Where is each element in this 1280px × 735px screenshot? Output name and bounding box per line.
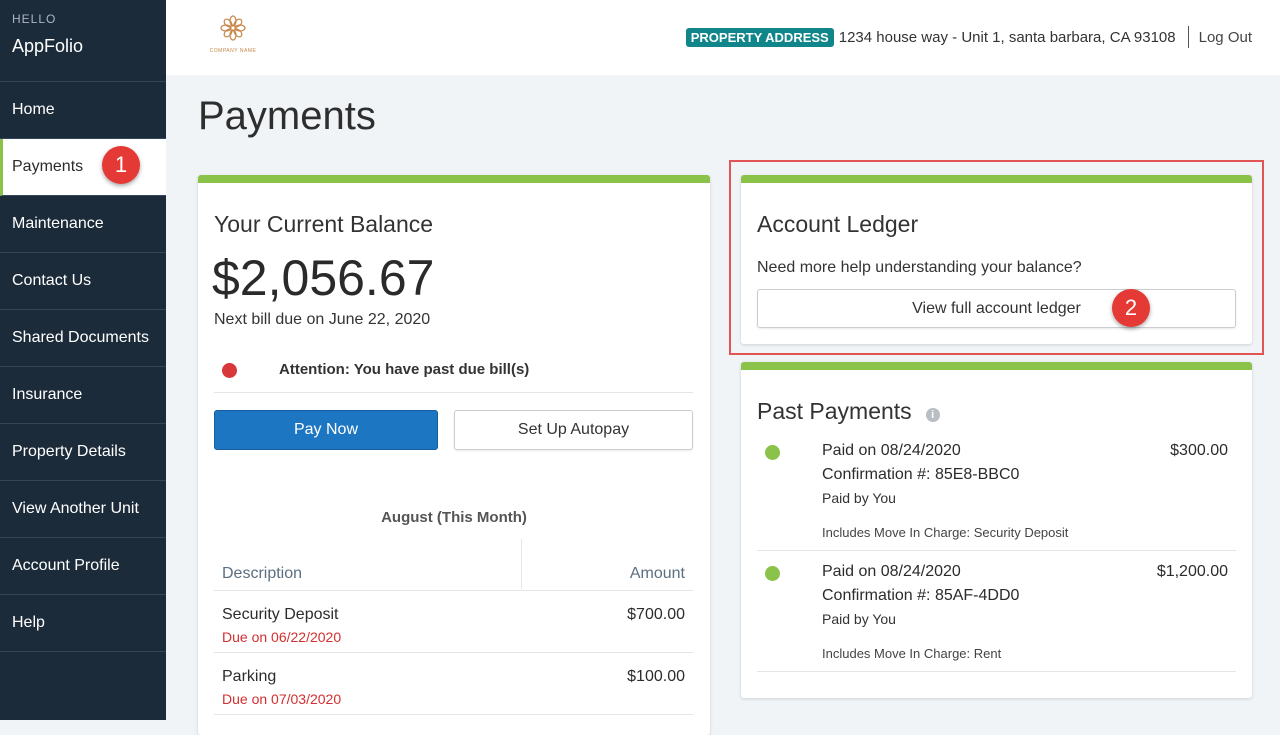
annotation-badge-2: 2 [1112,289,1150,327]
divider [757,550,1236,551]
sidebar-item-label: Payments [12,158,84,175]
alert-dot-icon [222,363,237,378]
charge-amount: $700.00 [627,606,685,623]
sidebar-item-contact-us[interactable]: Contact Us [0,253,166,310]
info-icon[interactable]: i [925,407,940,422]
divider [521,539,522,589]
sidebar-item-view-another-unit[interactable]: View Another Unit [0,481,166,538]
sidebar-item-insurance[interactable]: Insurance [0,367,166,424]
past-payments-header: Past Payments i [757,398,940,425]
sidebar-item-account-profile[interactable]: Account Profile [0,538,166,595]
charge-due-date: Due on 06/22/2020 [222,629,342,645]
sidebar-item-label: Help [12,614,45,631]
sidebar-item-label: Account Profile [12,557,120,574]
past-payments-card: Past Payments i Paid on 08/24/2020 $300.0… [741,362,1252,698]
flower-logo-icon [220,15,246,41]
pay-now-button[interactable]: Pay Now [214,410,438,450]
payment-confirmation: Confirmation #: 85AF-4DD0 [822,587,1020,604]
sidebar-item-label: View Another Unit [12,500,139,517]
page-title: Payments [198,94,376,138]
paid-status-dot-icon [765,445,780,460]
company-logo[interactable]: COMPANY NAME [206,14,260,54]
divider [757,671,1236,672]
property-address-tag: PROPERTY ADDRESS [685,27,834,47]
payment-includes: Includes Move In Charge: Rent [822,646,1002,661]
table-row: Security Deposit Due on 06/22/2020 $700.… [214,591,693,653]
top-bar: COMPANY NAME PROPERTY ADDRESS 1234 house… [166,0,1280,75]
app-name: AppFolio [12,36,84,56]
sidebar: HELLO AppFolio Home Payments Maintenance… [0,0,166,720]
highlight-outline [729,160,1264,355]
column-header-amount: Amount [629,565,685,582]
charge-description: Security Deposit [222,606,339,623]
payment-paid-by: Paid by You [822,611,896,627]
sidebar-item-maintenance[interactable]: Maintenance [0,196,166,253]
set-up-autopay-button[interactable]: Set Up Autopay [454,410,693,450]
payment-amount: $1,200.00 [1156,563,1228,580]
paid-status-dot-icon [765,566,780,581]
greeting: HELLO [12,12,57,26]
charges-table-header: Description Amount [214,539,693,591]
payment-amount: $300.00 [1170,442,1228,459]
divider [1187,26,1189,48]
past-payments-title: Past Payments [757,398,912,424]
payment-confirmation: Confirmation #: 85E8-BBC0 [822,466,1020,483]
property-address-bar: PROPERTY ADDRESS 1234 house way - Unit 1… [685,26,1252,48]
logout-link[interactable]: Log Out [1199,29,1252,46]
sidebar-item-label: Maintenance [12,215,104,232]
column-header-description: Description [222,565,303,582]
sidebar-item-help[interactable]: Help [0,595,166,652]
sidebar-item-label: Shared Documents [12,329,149,346]
logo-text: COMPANY NAME [209,48,257,54]
sidebar-item-label: Contact Us [12,272,92,289]
payment-date: Paid on 08/24/2020 [822,563,961,580]
period-label: August (This Month) [381,509,527,526]
sidebar-item-label: Insurance [12,386,83,403]
sidebar-item-label: Home [12,101,55,118]
sidebar-item-label: Property Details [12,443,126,460]
charge-amount: $100.00 [627,668,685,685]
sidebar-item-shared-documents[interactable]: Shared Documents [0,310,166,367]
payment-includes: Includes Move In Charge: Security Deposi… [822,525,1069,540]
table-row: Parking Due on 07/03/2020 $100.00 [214,653,693,715]
balance-amount: $2,056.67 [212,250,435,306]
annotation-badge-1: 1 [102,146,140,184]
next-bill-text: Next bill due on June 22, 2020 [214,311,431,328]
sidebar-item-home[interactable]: Home [0,82,166,139]
payment-date: Paid on 08/24/2020 [822,442,961,459]
balance-title: Your Current Balance [214,211,434,237]
charge-description: Parking [222,668,277,685]
sidebar-item-property-details[interactable]: Property Details [0,424,166,481]
property-address: 1234 house way - Unit 1, santa barbara, … [838,28,1176,46]
divider [214,392,693,393]
sidebar-item-payments[interactable]: Payments [0,139,166,196]
current-balance-card: Your Current Balance $2,056.67 Next bill… [198,175,710,735]
past-due-alert: Attention: You have past due bill(s) [279,361,530,378]
sidebar-header: HELLO AppFolio [0,0,166,82]
payment-paid-by: Paid by You [822,490,896,506]
charge-due-date: Due on 07/03/2020 [222,691,342,707]
